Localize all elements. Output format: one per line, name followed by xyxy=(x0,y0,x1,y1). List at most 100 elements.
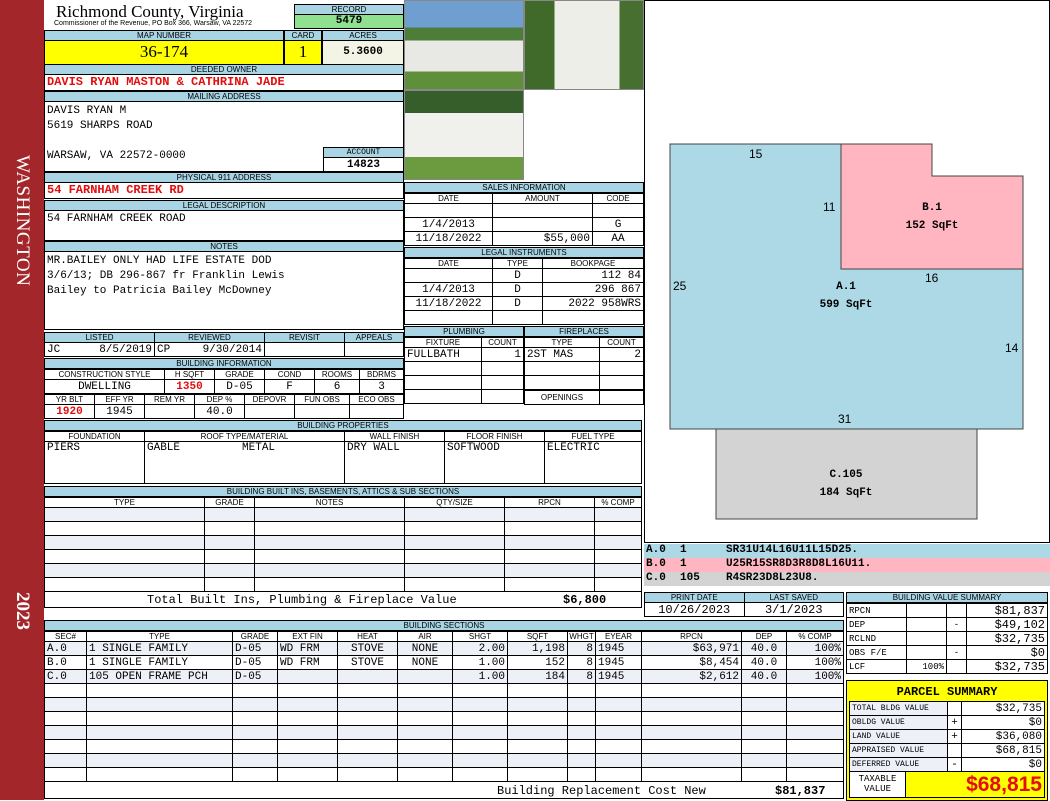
notes-line2: 3/6/13; DB 296-867 fr Franklin Lewis xyxy=(47,270,285,282)
table-row: OBS F/E - $0 xyxy=(846,645,1048,660)
table-cell: D-05 xyxy=(232,641,278,656)
record-label: RECORD xyxy=(294,4,404,15)
empty-cell xyxy=(277,697,338,712)
column-header: DEP xyxy=(741,631,787,642)
table-cell: 1945 xyxy=(595,669,642,684)
empty-cell xyxy=(397,711,453,726)
table-cell: D xyxy=(492,296,543,311)
column-header: ROOMS xyxy=(314,369,360,380)
legend-cell: 1 xyxy=(680,558,687,570)
table-cell: G xyxy=(592,217,644,232)
empty-cell xyxy=(204,577,255,592)
empty-cell xyxy=(337,697,398,712)
table-cell: $32,735 xyxy=(966,659,1048,674)
revisit-label: REVISIT xyxy=(264,332,345,343)
floor-finish: SOFTWOOD xyxy=(444,441,545,484)
table-cell: RPCN xyxy=(846,603,907,618)
empty-cell xyxy=(204,535,255,550)
column-header: BOOKPAGE xyxy=(542,258,644,269)
column-header: AIR xyxy=(397,631,453,642)
plumbing-table: FIXTURE COUNT FULLBATH 1 xyxy=(404,337,524,404)
sketch-area[interactable]: 15 11 16 25 14 31 B.1 152 SqFt A.1 599 S… xyxy=(644,0,1050,543)
empty-cell xyxy=(641,683,742,698)
table-cell: D xyxy=(492,282,543,297)
column-header: FIXTURE xyxy=(404,337,482,348)
table-cell xyxy=(404,203,493,218)
table-row xyxy=(524,375,644,390)
table-cell xyxy=(906,603,947,618)
empty-cell xyxy=(44,739,87,754)
instruments-table: DATE TYPE BOOKPAGE D 112 84 1/4/2013 D 296 867 1… xyxy=(404,258,644,325)
property-photo-3[interactable] xyxy=(404,90,524,180)
table-cell: 1 SINGLE FAMILY xyxy=(86,641,233,656)
label-b-area: 152 SqFt xyxy=(906,220,959,232)
property-photo-2[interactable] xyxy=(524,0,644,90)
empty-cell xyxy=(254,577,405,592)
table-cell: 112 84 xyxy=(542,268,644,283)
office-address: Commissioner of the Revenue, PO Box 366,… xyxy=(54,20,253,27)
table-cell: TOTAL BLDG VALUE xyxy=(849,701,948,716)
empty-cell xyxy=(507,683,568,698)
empty-cell xyxy=(741,767,787,782)
table-cell: $2,612 xyxy=(641,669,742,684)
table-row: LCF 100% $32,735 xyxy=(846,659,1048,674)
legend-cell: R4SR23D8L23U8. xyxy=(726,572,819,584)
sketch-legend-row: A.0 1 SR31U14L16U11L15D25. xyxy=(644,544,1050,558)
roof: GABLE METAL xyxy=(144,441,345,484)
last-saved-label: LAST SAVED xyxy=(743,592,844,603)
column-header: SEC# xyxy=(44,631,87,642)
empty-cell xyxy=(277,711,338,726)
table-cell: 1,198 xyxy=(507,641,568,656)
column-header: CODE xyxy=(592,193,644,204)
table-row: FULLBATH 1 xyxy=(404,347,524,362)
notes-line1: MR.BAILEY ONLY HAD LIFE ESTATE DOD xyxy=(47,255,272,267)
column-header: DEP % xyxy=(194,394,245,405)
table-row xyxy=(404,375,524,390)
empty-cell xyxy=(786,753,844,768)
empty-cell xyxy=(507,697,568,712)
table-cell: $0 xyxy=(961,757,1045,772)
table-cell: D-05 xyxy=(232,655,278,670)
acres-label: ACRES xyxy=(322,30,404,41)
empty-cell xyxy=(232,711,278,726)
empty-cell xyxy=(641,711,742,726)
sketch-legend-row: B.0 1 U25R15SR8D3R8D8L16U11. xyxy=(644,558,1050,572)
empty-cell xyxy=(86,725,233,740)
roof-type: GABLE xyxy=(147,442,181,455)
empty-cell xyxy=(594,577,642,592)
empty-row xyxy=(44,753,844,768)
column-header: H SQFT xyxy=(164,369,215,380)
empty-row xyxy=(44,767,844,782)
table-cell: - xyxy=(946,617,967,632)
table-cell xyxy=(592,203,644,218)
table-cell: 40.0 xyxy=(741,655,787,670)
table-cell: 2.00 xyxy=(452,641,508,656)
empty-cell xyxy=(594,507,642,522)
fuel-type: ELECTRIC xyxy=(544,441,642,484)
table-row: APPRAISED VALUE $68,815 xyxy=(849,743,1045,758)
column-header: ROOF TYPE/MATERIAL xyxy=(144,431,345,442)
empty-cell xyxy=(86,711,233,726)
column-header: REM YR xyxy=(144,394,195,405)
empty-cell xyxy=(567,697,596,712)
empty-cell xyxy=(44,767,87,782)
empty-cell xyxy=(404,563,505,578)
empty-cell xyxy=(595,711,642,726)
empty-cell xyxy=(504,521,595,536)
table-cell: 1 SINGLE FAMILY xyxy=(86,655,233,670)
property-photo-1[interactable] xyxy=(404,0,524,90)
table-cell: 105 OPEN FRAME PCH xyxy=(86,669,233,684)
empty-cell xyxy=(204,549,255,564)
column-header: TYPE xyxy=(524,337,600,348)
empty-cell xyxy=(86,767,233,782)
empty-cell xyxy=(397,697,453,712)
reviewed: CP 9/30/2014 xyxy=(154,342,265,357)
empty-row xyxy=(44,711,844,726)
instruments-label: LEGAL INSTRUMENTS xyxy=(404,247,644,258)
building-info-value: DWELLING xyxy=(44,379,165,394)
empty-cell xyxy=(44,549,205,564)
empty-cell xyxy=(567,711,596,726)
table-row: DEFERRED VALUE - $0 xyxy=(849,757,1045,772)
empty-cell xyxy=(567,753,596,768)
table-cell xyxy=(599,375,644,390)
